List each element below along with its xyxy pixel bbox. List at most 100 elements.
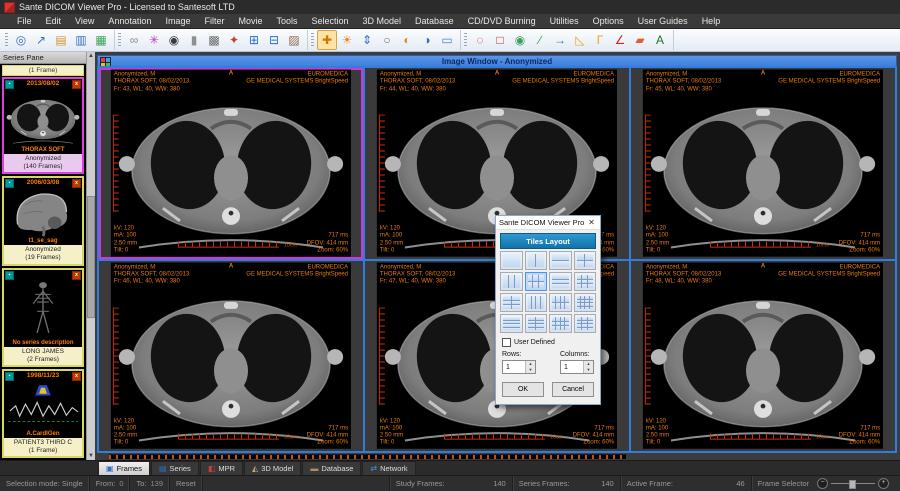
tiles-preset-4x2[interactable] <box>525 314 548 333</box>
tiles-preset-4x3[interactable] <box>574 314 597 333</box>
copy-icon[interactable]: ▤ <box>51 30 71 50</box>
series-thumbnail[interactable]: ▪x No series descriptionLONG JAMES(2 Fra… <box>2 268 84 367</box>
columns-value[interactable]: 1 <box>561 361 583 373</box>
scroll-up-icon[interactable]: ▲ <box>88 52 94 60</box>
slider-track[interactable] <box>831 483 875 484</box>
image-tile[interactable]: Anonymized, MTHORAX SOFT, 08/02/2013Fr: … <box>631 261 895 452</box>
portrait-icon[interactable]: ▨ <box>284 30 304 50</box>
pan-icon[interactable]: ✚ <box>317 30 337 50</box>
menu-cd-dvd-burning[interactable]: CD/DVD Burning <box>461 16 543 26</box>
series-thumbnail[interactable]: 1998/11/23▪x A.CardIGenPATIENT3 THIRD C(… <box>2 369 84 458</box>
rect-zoom-icon[interactable]: ▭ <box>437 30 457 50</box>
color-threads-icon[interactable]: ✦ <box>224 30 244 50</box>
tiles-preset-4x4[interactable] <box>574 293 597 312</box>
tiles-preset-1x3[interactable] <box>500 272 523 291</box>
series-scrollbar[interactable]: ▲ ▼ <box>86 52 95 460</box>
tiles-preset-3x2[interactable] <box>500 293 523 312</box>
close-icon[interactable]: ✕ <box>586 218 597 227</box>
tiles-preset-3x3[interactable] <box>574 272 597 291</box>
menu-database[interactable]: Database <box>408 16 461 26</box>
zoom-preview-icon[interactable]: ◎ <box>11 30 31 50</box>
menu-selection[interactable]: Selection <box>304 16 355 26</box>
thumbnail-close-icon[interactable]: x <box>72 372 81 381</box>
thumbnail-close-icon[interactable]: x <box>72 179 81 188</box>
tiles-preset-1x4[interactable] <box>525 293 548 312</box>
effects-icon[interactable]: ✳ <box>144 30 164 50</box>
tab-frames[interactable]: ▣Frames <box>98 461 150 475</box>
tab-3d-model[interactable]: ◭3D Model <box>244 461 301 475</box>
save-image-icon[interactable]: ↗ <box>31 30 51 50</box>
tab-series[interactable]: ▤Series <box>151 461 199 475</box>
frame-selector-slider[interactable]: − + <box>815 478 894 489</box>
menu-options[interactable]: Options <box>586 16 631 26</box>
eye-icon[interactable]: ◉ <box>164 30 184 50</box>
menu-3d-model[interactable]: 3D Model <box>356 16 409 26</box>
ok-button[interactable]: OK <box>502 382 544 397</box>
rows-value[interactable]: 1 <box>503 361 525 373</box>
eraser-icon[interactable]: ▰ <box>630 30 650 50</box>
tiles-preset-1x1[interactable] <box>500 251 523 270</box>
thumbnail-close-icon[interactable]: x <box>72 80 81 89</box>
color-wheel-icon[interactable]: ◉ <box>510 30 530 50</box>
tiles-layout-header-button[interactable]: Tiles Layout <box>500 233 596 249</box>
image-tile[interactable]: Anonymized, MTHORAX SOFT, 08/02/2013Fr: … <box>99 68 363 259</box>
frame-plus-icon[interactable]: + <box>878 478 889 489</box>
menu-view[interactable]: View <box>68 16 101 26</box>
columns-down-icon[interactable]: ▼ <box>584 367 593 373</box>
fit-width-icon[interactable]: ⊞ <box>244 30 264 50</box>
tiles-preset-2x1[interactable] <box>549 251 572 270</box>
rows-spinner[interactable]: 1 ▲▼ <box>502 360 536 374</box>
magnifier-color-icon[interactable]: ◐ <box>397 30 417 50</box>
menu-file[interactable]: File <box>10 16 39 26</box>
image-tile[interactable]: Anonymized, MTHORAX SOFT, 08/02/2013Fr: … <box>631 68 895 259</box>
tab-network[interactable]: ⇄Network <box>362 461 415 475</box>
triangle-ruler-icon[interactable]: ◺ <box>570 30 590 50</box>
rect-roi-icon[interactable]: □ <box>490 30 510 50</box>
menu-annotation[interactable]: Annotation <box>101 16 158 26</box>
menu-edit[interactable]: Edit <box>39 16 69 26</box>
thumbnail-close-icon[interactable]: x <box>72 271 81 280</box>
series-thumbnail[interactable]: 2006/03/08▪x t1_se_sagAnonymized(19 Fram… <box>2 176 84 265</box>
tab-mpr[interactable]: ◧MPR <box>200 461 243 475</box>
thumbnail-lock-icon[interactable]: ▪ <box>5 179 14 188</box>
brightness-icon[interactable]: ☀ <box>337 30 357 50</box>
menu-image[interactable]: Image <box>158 16 197 26</box>
protractor-icon[interactable]: Γ <box>590 30 610 50</box>
angle-tool-icon[interactable]: ∠ <box>610 30 630 50</box>
scroll-down-icon[interactable]: ▼ <box>88 452 94 460</box>
menu-utilities[interactable]: Utilities <box>543 16 586 26</box>
thumbnail-lock-icon[interactable]: ▪ <box>5 271 14 280</box>
tiles-preset-2x4[interactable] <box>549 293 572 312</box>
thumbnail-lock-icon[interactable]: ▪ <box>5 372 14 381</box>
menu-movie[interactable]: Movie <box>231 16 269 26</box>
menu-filter[interactable]: Filter <box>197 16 231 26</box>
mpr-head-icon[interactable]: ▩ <box>204 30 224 50</box>
text-tool-icon[interactable]: A <box>650 30 670 50</box>
frame-minus-icon[interactable]: − <box>817 478 828 489</box>
thumbnail-lock-icon[interactable]: ▪ <box>5 80 14 89</box>
fit-screen-icon[interactable]: ⊟ <box>264 30 284 50</box>
menu-tools[interactable]: Tools <box>269 16 304 26</box>
report-icon[interactable]: ▦ <box>91 30 111 50</box>
status-reset[interactable]: Reset <box>170 476 203 491</box>
menu-user-guides[interactable]: User Guides <box>631 16 695 26</box>
columns-spinner[interactable]: 1 ▲▼ <box>560 360 594 374</box>
ellipse-roi-icon[interactable]: ◌ <box>470 30 490 50</box>
magnifier-icon[interactable]: ○ <box>377 30 397 50</box>
cancel-button[interactable]: Cancel <box>552 382 594 397</box>
dialog-titlebar[interactable]: Sante DICOM Viewer Pro ✕ <box>496 216 600 230</box>
tiles-preset-4x1[interactable] <box>500 314 523 333</box>
tab-database[interactable]: ▬Database <box>302 461 361 475</box>
stereo-3d-icon[interactable]: ∞ <box>124 30 144 50</box>
series-list[interactable]: (1 Frame)2013/08/02▪x THORAX SOFTAnonymi… <box>0 64 86 460</box>
user-defined-checkbox[interactable] <box>502 338 511 347</box>
tiles-preset-3x4[interactable] <box>549 314 572 333</box>
series-thumbnail[interactable]: 2013/08/02▪x THORAX SOFTAnonymized(140 F… <box>2 77 84 174</box>
tiles-preset-1x2[interactable] <box>525 251 548 270</box>
slider-thumb[interactable] <box>849 480 856 489</box>
image-tile[interactable]: Anonymized, MTHORAX SOFT, 08/02/2013Fr: … <box>99 261 363 452</box>
scrollbar-thumb[interactable] <box>87 196 95 318</box>
magnifier-zoom-icon[interactable]: ◑ <box>417 30 437 50</box>
export-icon[interactable]: ▥ <box>71 30 91 50</box>
tiles-preset-3x1[interactable] <box>549 272 572 291</box>
